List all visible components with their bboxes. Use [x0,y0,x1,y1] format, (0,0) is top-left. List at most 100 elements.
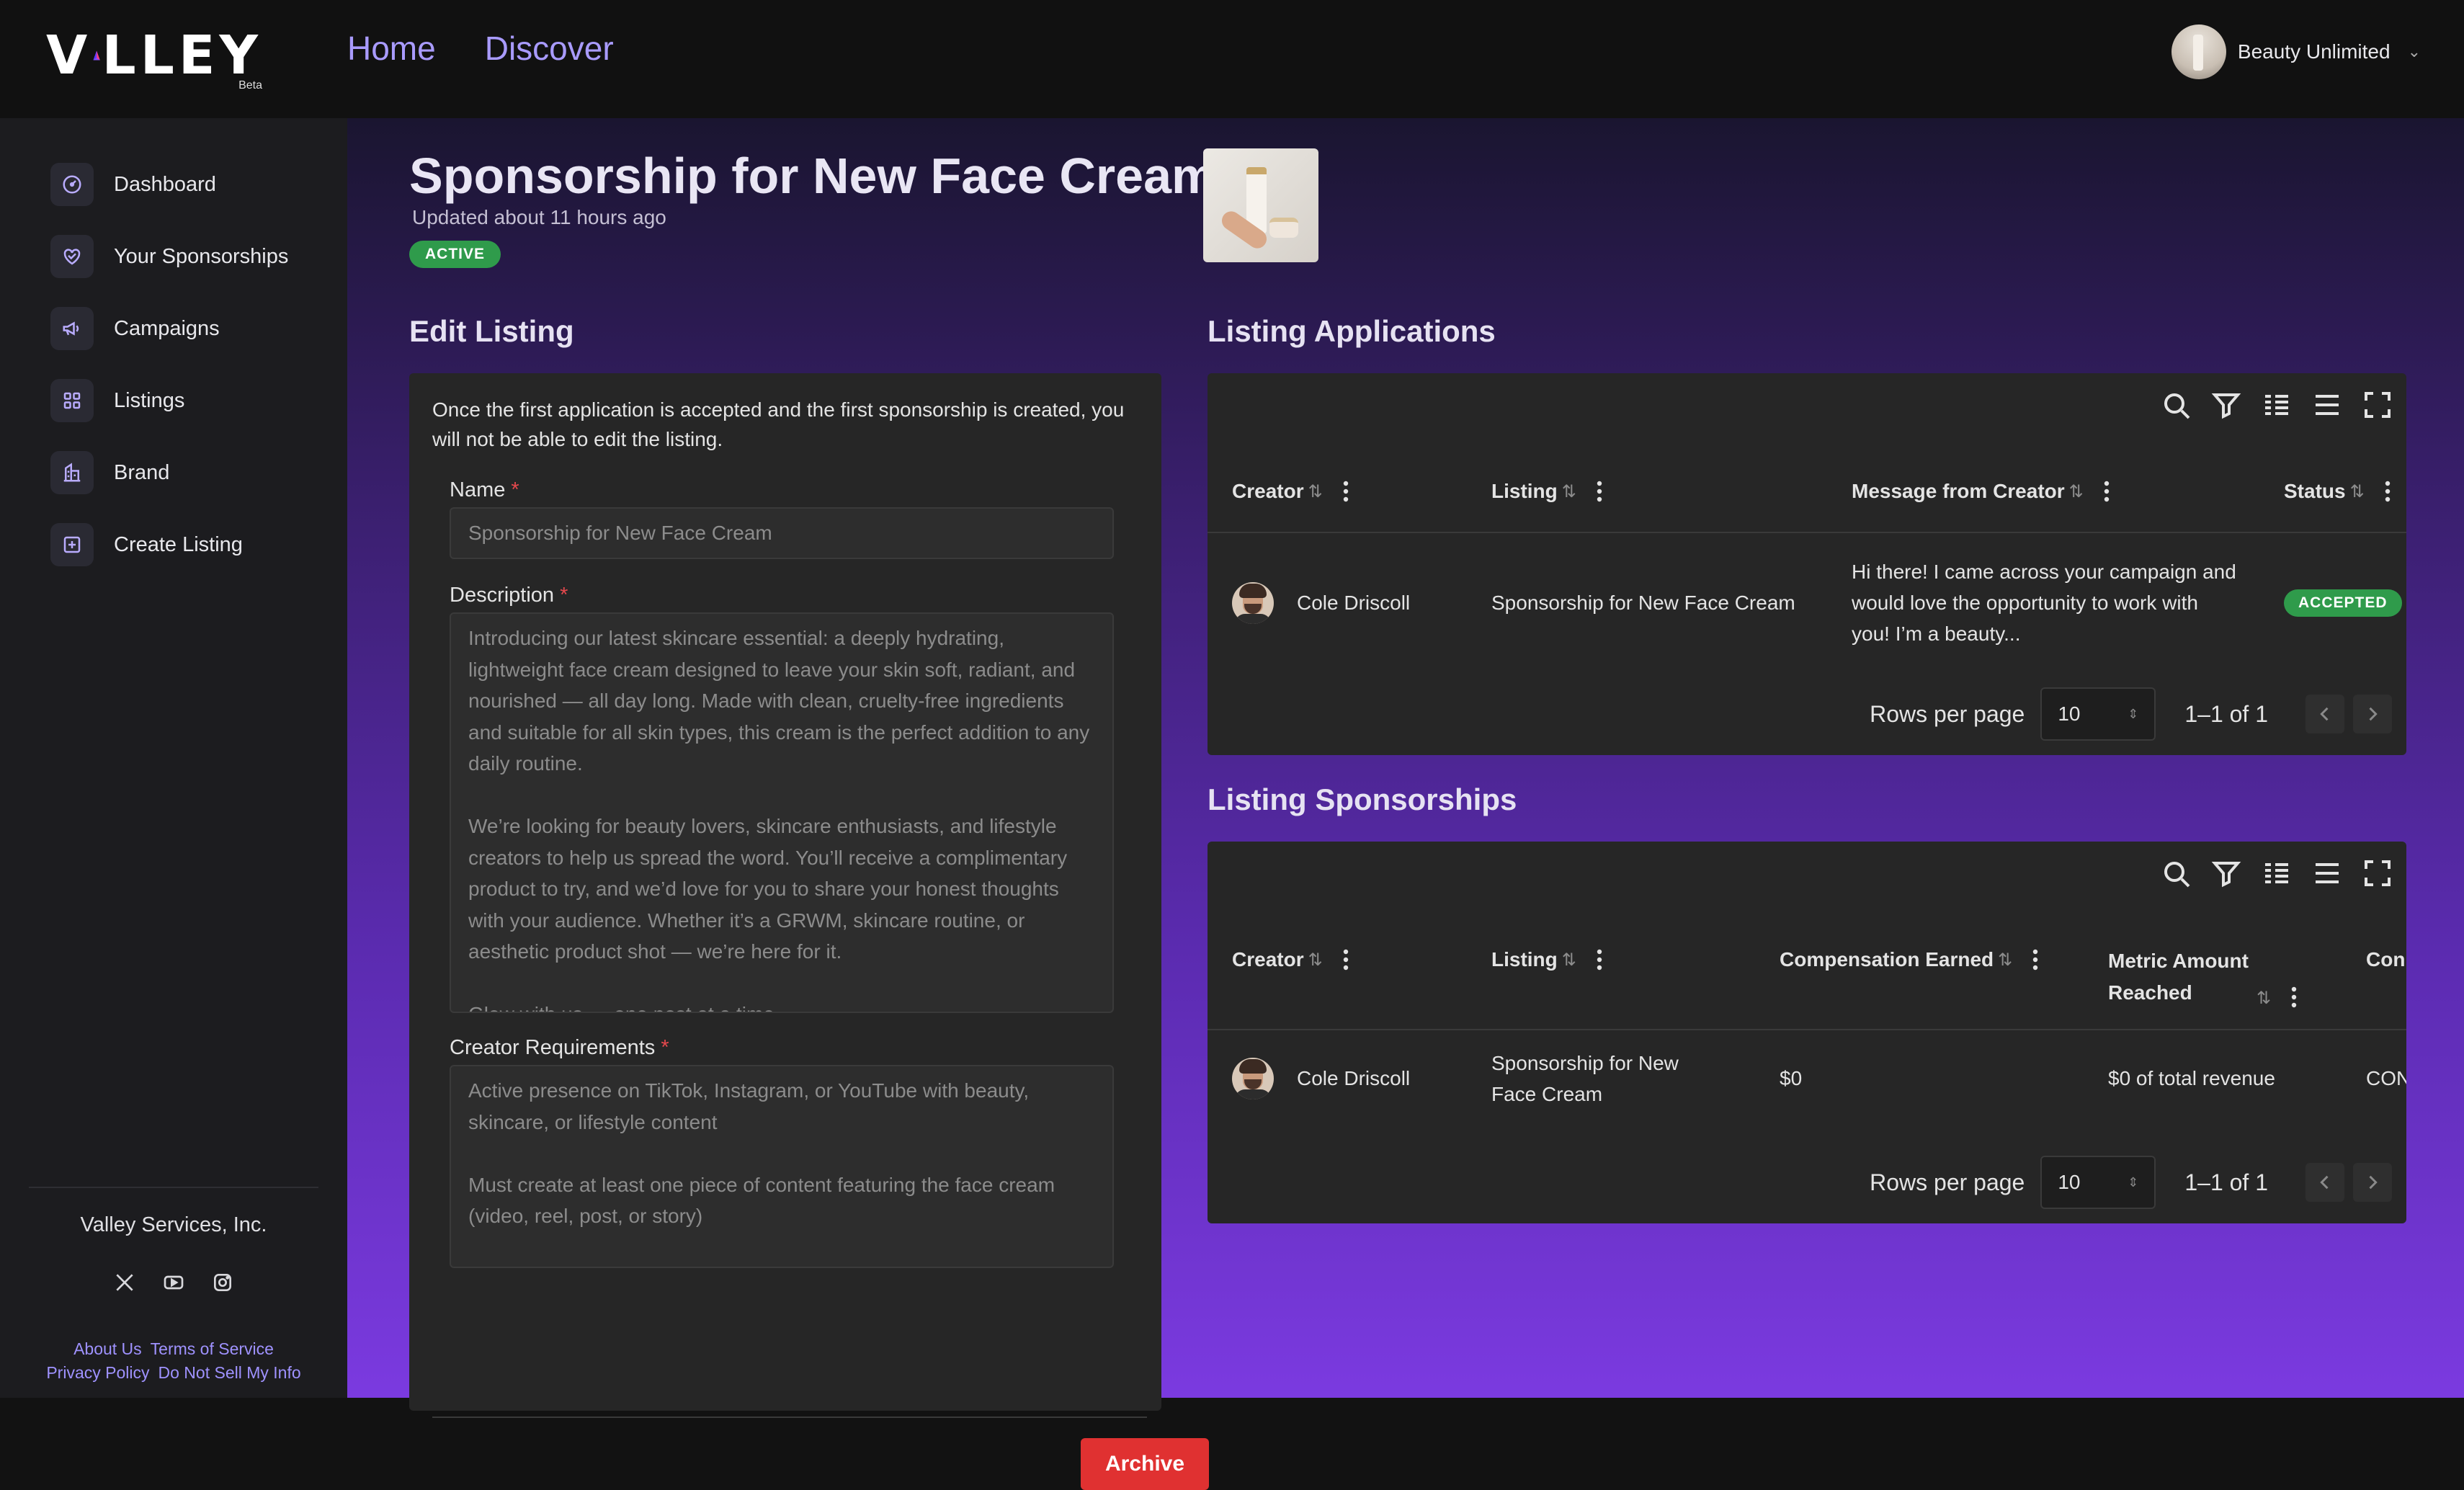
social-links [0,1271,347,1294]
youtube-icon[interactable] [162,1271,185,1294]
fullscreen-icon[interactable] [2360,388,2395,422]
sort-icon[interactable]: ⇅ [1998,950,2012,971]
building-icon [50,451,94,494]
column-header-message[interactable]: Message from Creator ⇅ [1852,480,2110,503]
top-header: V LLEY Beta Home Discover Beauty Unlimite… [0,0,2464,118]
columns-icon[interactable] [2259,856,2294,891]
sort-icon[interactable]: ⇅ [2069,481,2084,502]
name-field[interactable]: Sponsorship for New Face Cream [450,507,1114,559]
sort-icon[interactable]: ⇅ [1562,950,1576,971]
chevron-right-icon [2369,1175,2378,1190]
table-toolbar [2159,856,2395,891]
terms-link[interactable]: Terms of Service [151,1339,274,1358]
column-menu-icon[interactable] [1597,480,1602,503]
gauge-icon [50,163,94,206]
sidebar-item-campaigns[interactable]: Campaigns [50,307,220,350]
column-menu-icon[interactable] [2385,480,2391,503]
sponsorships-table: Creator ⇅ Listing ⇅ Compensation Earned ⇅ M… [1208,842,2406,1223]
column-header-listing[interactable]: Listing ⇅ [1491,480,1602,503]
plus-square-icon [50,523,94,566]
fullscreen-icon[interactable] [2360,856,2395,891]
density-icon[interactable] [2310,856,2344,891]
rows-per-page-select[interactable]: 10 ⇕ [2040,1156,2156,1209]
nav-home[interactable]: Home [347,29,436,68]
description-label: Description * [450,584,568,607]
sort-icon[interactable]: ⇅ [1562,481,1576,502]
creator-requirements-field[interactable]: Active presence on TikTok, Instagram, or… [450,1065,1114,1268]
select-arrows-icon: ⇕ [2128,1174,2139,1190]
search-icon[interactable] [2159,388,2193,422]
column-menu-icon[interactable] [1597,948,1602,971]
sort-icon[interactable]: ⇅ [1308,950,1323,971]
sidebar: Dashboard Your Sponsorships Campaigns Li… [0,118,347,1398]
column-menu-icon[interactable] [1343,480,1349,503]
sidebar-divider [29,1187,318,1188]
sidebar-item-listings[interactable]: Listings [50,379,184,422]
column-header-status[interactable]: Status ⇅ [2284,480,2391,503]
prev-page-button[interactable] [2305,1163,2344,1202]
pagination: Rows per page 10 ⇕ 1–1 of 1 [1870,687,2392,741]
next-page-button[interactable] [2353,1163,2392,1202]
main-content: Sponsorship for New Face Cream Updated a… [347,118,2464,1490]
column-header-truncated[interactable]: Con [2366,948,2405,971]
top-nav: Home Discover [347,29,614,68]
columns-icon[interactable] [2259,388,2294,422]
sort-icon[interactable]: ⇅ [2350,481,2365,502]
sidebar-item-your-sponsorships[interactable]: Your Sponsorships [50,235,288,278]
sort-icon[interactable]: ⇅ [1308,481,1323,502]
column-menu-icon[interactable] [2104,480,2110,503]
cell-message: Hi there! I came across your campaign an… [1852,561,2236,645]
edit-note: Once the first application is accepted a… [432,398,1125,450]
valley-logo[interactable]: V LLEY Beta [46,29,262,94]
privacy-link[interactable]: Privacy Policy [46,1363,149,1382]
cell-listing: Sponsorship for New Face Cream [1491,592,1795,614]
cell-compensation: $0 [1780,1067,1803,1089]
x-twitter-icon[interactable] [113,1271,136,1294]
column-menu-icon[interactable] [2032,948,2038,971]
nav-discover[interactable]: Discover [485,29,614,68]
sidebar-item-brand[interactable]: Brand [50,451,169,494]
column-header-creator[interactable]: Creator ⇅ [1232,480,1349,503]
page-range: 1–1 of 1 [2184,1169,2268,1195]
creator-avatar [1232,582,1274,624]
listing-thumbnail [1203,148,1318,262]
edit-listing-heading: Edit Listing [409,314,574,348]
rows-per-page-label: Rows per page [1870,1169,2025,1195]
prev-page-button[interactable] [2305,695,2344,733]
column-header-creator[interactable]: Creator ⇅ [1232,948,1349,971]
next-page-button[interactable] [2353,695,2392,733]
filter-icon[interactable] [2209,856,2244,891]
instagram-icon[interactable] [211,1271,234,1294]
archive-button[interactable]: Archive [1081,1438,1209,1490]
chevron-right-icon [2369,707,2378,721]
account-name: Beauty Unlimited [2237,40,2391,63]
cell-creator: Cole Driscoll [1297,1067,1411,1089]
sidebar-item-create-listing[interactable]: Create Listing [50,523,243,566]
edit-listing-panel: Once the first application is accepted a… [409,373,1209,1490]
column-header-metric[interactable]: Metric Amount Reached ⇅ [2108,945,2297,1009]
filter-icon[interactable] [2209,388,2244,422]
description-field[interactable]: Introducing our latest skincare essentia… [450,612,1114,1013]
search-icon[interactable] [2159,856,2193,891]
column-menu-icon[interactable] [2291,986,2297,1009]
rows-per-page-label: Rows per page [1870,700,2025,727]
applications-table: Creator ⇅ Listing ⇅ Message from Creator ⇅ … [1208,373,2406,755]
heart-handshake-icon [50,235,94,278]
sidebar-item-dashboard[interactable]: Dashboard [50,163,216,206]
grid-icon [50,379,94,422]
density-icon[interactable] [2310,388,2344,422]
column-menu-icon[interactable] [1343,948,1349,971]
rows-per-page-select[interactable]: 10 ⇕ [2040,687,2156,741]
account-menu[interactable]: Beauty Unlimited ⌄ [2171,24,2421,79]
status-badge-accepted: ACCEPTED [2284,589,2402,617]
pagination: Rows per page 10 ⇕ 1–1 of 1 [1870,1156,2392,1209]
company-name: Valley Services, Inc. [80,1213,267,1236]
beta-label: Beta [238,79,262,92]
table-toolbar [2159,388,2395,422]
column-header-compensation[interactable]: Compensation Earned ⇅ [1780,948,2038,971]
edit-divider [432,1417,1147,1418]
sort-icon[interactable]: ⇅ [2257,988,2271,1009]
about-us-link[interactable]: About Us [73,1339,142,1358]
column-header-listing[interactable]: Listing ⇅ [1491,948,1602,971]
do-not-sell-link[interactable]: Do Not Sell My Info [159,1363,301,1382]
